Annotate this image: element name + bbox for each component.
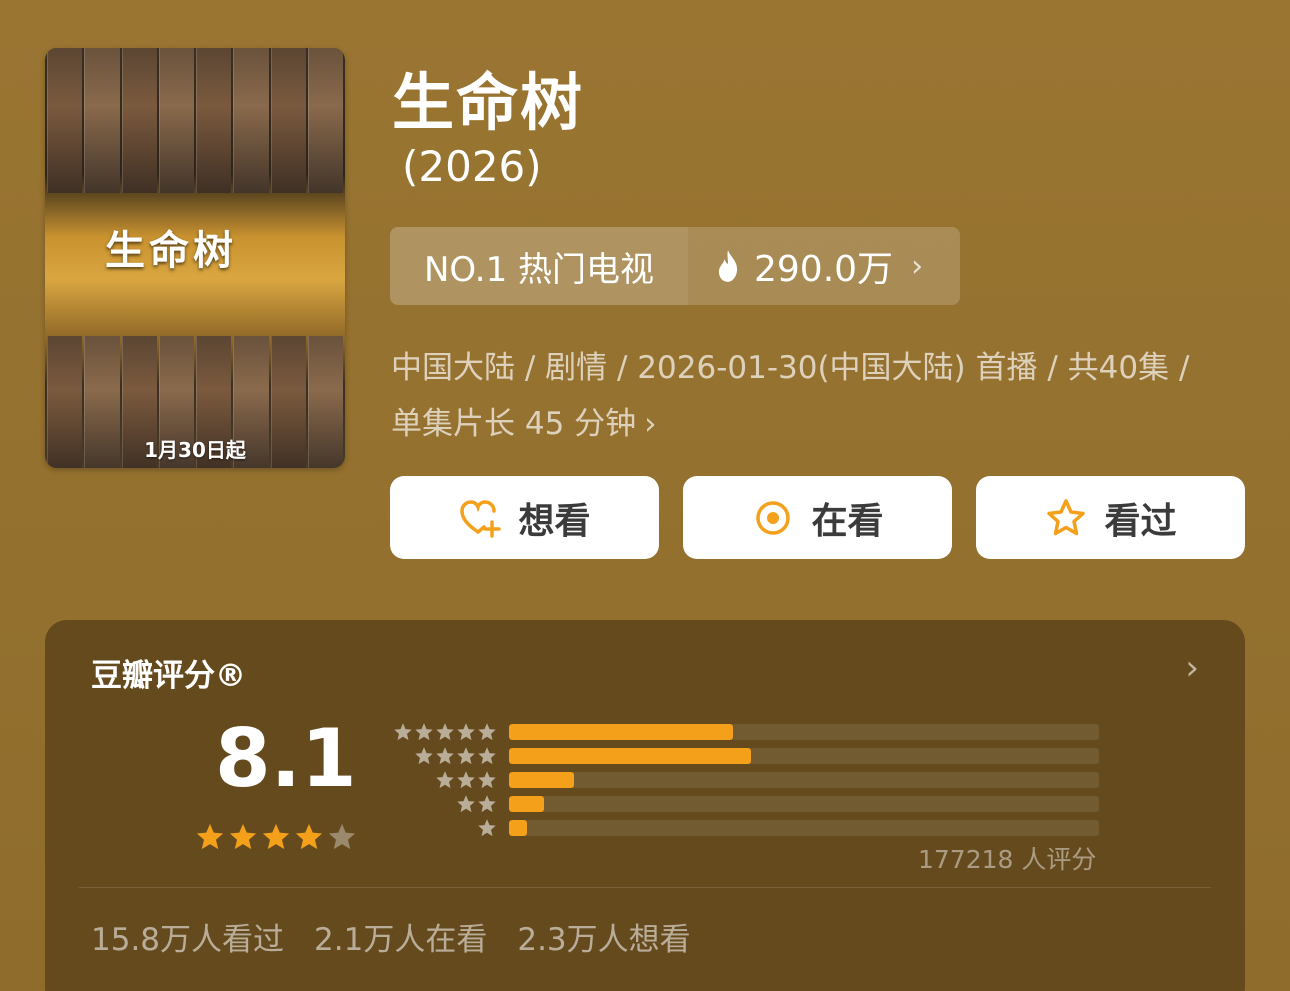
row-stars <box>385 770 497 790</box>
poster-date: 1月30日起 <box>144 438 246 462</box>
release-year: (2026) <box>402 142 542 191</box>
heat-value: 290.0万 <box>754 249 894 290</box>
row-stars <box>385 722 497 742</box>
ranking-badge[interactable]: NO.1 热门电视 290.0万 › <box>390 227 960 305</box>
star-icon <box>436 771 454 789</box>
target-icon <box>756 500 791 535</box>
want-count: 2.3万人想看 <box>517 922 691 958</box>
meta-line-2: 单集片长 45 分钟 <box>391 406 637 442</box>
row-stars <box>385 746 497 766</box>
watched-label: 看过 <box>1104 500 1177 542</box>
star-filled-icon <box>262 823 290 850</box>
distribution-row-2-star <box>385 792 1099 816</box>
star-icon <box>457 795 475 813</box>
bar-fill <box>509 820 527 836</box>
distribution-row-3-star <box>385 768 1099 792</box>
bar-track <box>509 796 1099 812</box>
ranking-label: NO.1 热门电视 <box>390 227 688 305</box>
bar-fill <box>509 772 574 788</box>
heat-value-link[interactable]: 290.0万 › <box>688 227 960 305</box>
rating-distribution <box>385 720 1099 840</box>
page-title: 生命树 <box>392 66 585 139</box>
star-icon <box>478 819 496 837</box>
star-icon <box>415 747 433 765</box>
poster-logo: 生命树 <box>105 227 237 274</box>
rating-stars <box>195 822 357 852</box>
chevron-right-icon: › <box>911 248 924 284</box>
poster-image[interactable]: 生命树 1月30日起 <box>45 48 345 468</box>
rater-count: 177218 人评分 <box>918 845 1097 874</box>
star-filled-icon <box>196 823 224 850</box>
meta-line-1: 中国大陆 / 剧情 / 2026-01-30(中国大陆) 首播 / 共40集 / <box>391 350 1190 386</box>
star-icon <box>394 723 412 741</box>
bar-fill <box>509 724 734 740</box>
star-empty-icon <box>328 823 356 850</box>
bar-fill <box>509 748 751 764</box>
bar-track <box>509 772 1099 788</box>
star-outline-icon <box>1047 498 1086 535</box>
star-icon <box>478 723 496 741</box>
watched-button[interactable]: 看过 <box>976 476 1245 559</box>
star-filled-icon <box>295 823 323 850</box>
bar-fill <box>509 796 545 812</box>
watched-count: 15.8万人看过 <box>91 922 285 958</box>
star-icon <box>436 723 454 741</box>
action-buttons: 想看 在看 看过 <box>390 476 1245 559</box>
star-icon <box>478 795 496 813</box>
fire-icon <box>718 250 738 282</box>
row-stars <box>385 818 497 838</box>
meta-info[interactable]: 中国大陆 / 剧情 / 2026-01-30(中国大陆) 首播 / 共40集 /… <box>391 340 1251 452</box>
chevron-right-icon: › <box>644 406 657 442</box>
star-icon <box>457 747 475 765</box>
bar-track <box>509 724 1099 740</box>
heart-plus-icon <box>460 499 502 538</box>
star-icon <box>457 723 475 741</box>
meta-line-2-wrap: 单集片长 45 分钟 › <box>391 396 1251 452</box>
rating-title: 豆瓣评分® <box>91 658 246 694</box>
divider <box>79 887 1211 888</box>
distribution-row-1-star <box>385 816 1099 840</box>
watching-label: 在看 <box>811 500 884 542</box>
star-icon <box>436 747 454 765</box>
distribution-row-4-star <box>385 744 1099 768</box>
star-icon <box>457 771 475 789</box>
watching-count: 2.1万人在看 <box>314 922 488 958</box>
bar-track <box>509 748 1099 764</box>
star-icon <box>415 723 433 741</box>
star-filled-icon <box>229 823 257 850</box>
distribution-row-5-star <box>385 720 1099 744</box>
star-icon <box>478 747 496 765</box>
rating-card[interactable]: 豆瓣评分® › 8.1 177218 人评分 15.8万人看过 2.1万人在看 … <box>45 620 1245 991</box>
chevron-right-icon[interactable]: › <box>1185 648 1199 688</box>
bar-track <box>509 820 1099 836</box>
row-stars <box>385 794 497 814</box>
want-to-watch-label: 想看 <box>518 500 591 542</box>
rating-score: 8.1 <box>215 712 357 805</box>
star-icon <box>478 771 496 789</box>
want-to-watch-button[interactable]: 想看 <box>390 476 659 559</box>
poster-cast-top <box>45 48 345 193</box>
viewer-stats: 15.8万人看过 2.1万人在看 2.3万人想看 <box>91 914 691 959</box>
watching-button[interactable]: 在看 <box>683 476 952 559</box>
